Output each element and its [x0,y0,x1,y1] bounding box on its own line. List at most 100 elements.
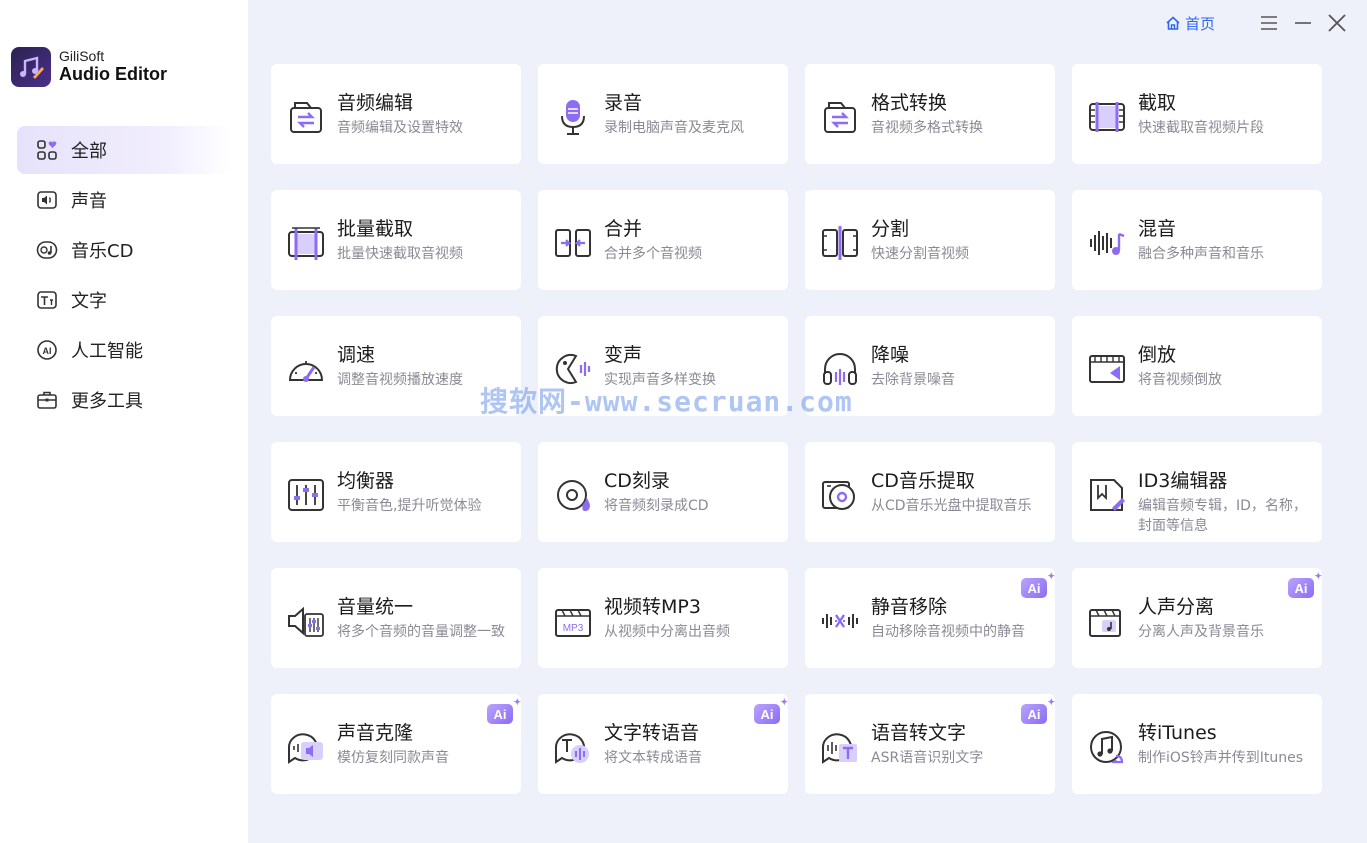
tool-description: 从CD音乐光盘中提取音乐 [871,498,1032,514]
tool-card[interactable]: CD刻录将音频刻录成CD [538,442,788,542]
voice-change-icon [552,348,594,390]
voice-clone-icon [285,726,327,768]
tool-description: 将音频刻录成CD [604,498,709,514]
tool-card[interactable]: 调速 调整音视频播放速度 [271,316,521,416]
ai-badge: Ai [1021,571,1055,598]
tool-card[interactable]: 分割 快速分割音视频 [805,190,1055,290]
tool-card[interactable]: 音量统一将多个音频的音量调整一致 [271,568,521,668]
format-convert-icon [819,96,861,138]
vocal-separate-icon [1086,600,1128,642]
audio-edit-icon [285,96,327,138]
tool-title: ID3编辑器 [1138,470,1228,492]
tool-card[interactable]: 均衡器 平衡音色,提升听觉体验 [271,442,521,542]
tool-card[interactable]: 录音 录制电脑声音及麦克风 [538,64,788,164]
tool-card[interactable]: 降噪 去除背景噪音 [805,316,1055,416]
minimize-button[interactable] [1293,13,1313,33]
ai-badge: Ai [487,697,521,724]
tool-card[interactable]: 文字转语音将文本转成语音 Ai [538,694,788,794]
tool-card[interactable]: 音频编辑 音频编辑及设置特效 [271,64,521,164]
tool-description: 将多个音频的音量调整一致 [337,624,505,640]
app-logo-icon [11,47,51,87]
sidebar-item-label: 更多工具 [71,391,143,412]
mix-icon [1086,222,1128,264]
tool-card[interactable]: 人声分离 分离人声及背景音乐 Ai [1072,568,1322,668]
tool-title: 分割 [871,218,910,240]
tool-card[interactable]: 混音融合多种声音和音乐 [1072,190,1322,290]
tool-title: 倒放 [1138,344,1177,366]
close-button[interactable] [1327,13,1347,33]
tool-title: 静音移除 [871,596,948,618]
tool-description: 分离人声及背景音乐 [1138,624,1264,640]
batch-trim-icon [285,222,327,264]
tool-card[interactable]: 截取 快速截取音视频片段 [1072,64,1322,164]
sidebar-item-ai[interactable]: AI 人工智能 [17,326,231,374]
tool-title: 混音 [1138,218,1177,240]
title-bar: 首页 [1165,10,1347,36]
sidebar-item-text[interactable]: 文字 [17,276,231,324]
tool-card[interactable]: 声音克隆 模仿复刻同款声音 Ai [271,694,521,794]
tool-description: 快速分割音视频 [871,246,969,262]
tool-description: 制作iOS铃声并传到Itunes [1138,750,1304,766]
merge-icon [552,222,594,264]
tool-title: 录音 [604,92,643,114]
app-logo: GiliSoft Audio Editor [11,47,167,87]
tool-title: 批量截取 [337,218,414,240]
tool-title: 转iTunes [1138,722,1217,744]
sidebar-item-all[interactable]: 全部 [17,126,231,174]
tool-card[interactable]: 语音转文字 ASR语音识别文字 Ai [805,694,1055,794]
tool-title: CD刻录 [604,470,670,492]
tool-card[interactable]: 静音移除自动移除音视频中的静音 Ai [805,568,1055,668]
tool-description: 去除背景噪音 [871,372,955,388]
tool-card[interactable]: 格式转换音视频多格式转换 [805,64,1055,164]
tool-title: 音频编辑 [337,92,414,114]
sidebar-item-more-tools[interactable]: 更多工具 [17,376,231,424]
menu-icon [1261,16,1277,30]
svg-text:MP3: MP3 [563,623,584,634]
tool-card[interactable]: 批量截取批量快速截取音视频 [271,190,521,290]
silence-remove-icon [819,600,861,642]
sidebar-item-label: 全部 [71,141,107,162]
speech-to-text-icon [819,726,861,768]
tool-description: 自动移除音视频中的静音 [871,624,1025,640]
tool-card[interactable]: ID3编辑器 编辑音频专辑，ID，名称，封面等信息 [1072,442,1322,542]
tool-title: 音量统一 [337,596,414,618]
menu-button[interactable] [1259,13,1279,33]
text-to-speech-icon [552,726,594,768]
sidebar-nav: 全部 声音 音乐CD 文字 AI 人工智能 更多工具 [17,126,231,426]
ai-badge: Ai [754,697,788,724]
tool-description: 合并多个音视频 [604,246,702,262]
tool-description: 融合多种声音和音乐 [1138,246,1264,262]
tool-card[interactable]: MP3 视频转MP3 从视频中分离出音频 [538,568,788,668]
tool-description: 平衡音色,提升听觉体验 [337,498,482,514]
tool-card[interactable]: 转iTunes 制作iOS铃声并传到Itunes [1072,694,1322,794]
tool-description: 调整音视频播放速度 [337,372,463,388]
tool-card[interactable]: 变声实现声音多样变换 [538,316,788,416]
tool-description: 音视频多格式转换 [871,120,983,136]
tool-title: 合并 [604,218,643,240]
sidebar-item-sound[interactable]: 声音 [17,176,231,224]
tool-description: 实现声音多样变换 [604,372,716,388]
itunes-icon [1086,726,1128,768]
tool-title: 变声 [604,344,643,366]
svg-text:AI: AI [43,346,52,356]
tool-description: 将文本转成语音 [604,750,702,766]
tool-card[interactable]: 倒放 将音视频倒放 [1072,316,1322,416]
tool-card[interactable]: CD音乐提取 从CD音乐光盘中提取音乐 [805,442,1055,542]
microphone-icon [552,96,594,138]
speed-gauge-icon [285,348,327,390]
sidebar-item-music-cd[interactable]: 音乐CD [17,226,231,274]
id3-edit-icon [1086,474,1128,516]
tool-card[interactable]: 合并 合并多个音视频 [538,190,788,290]
minimize-icon [1295,22,1311,24]
grid-heart-icon [35,138,59,162]
tool-title: 文字转语音 [604,722,700,744]
tool-description: 快速截取音视频片段 [1138,120,1264,136]
text-icon [35,288,59,312]
tool-title: 格式转换 [871,92,948,114]
home-link[interactable]: 首页 [1165,13,1215,34]
tool-description: 批量快速截取音视频 [337,246,463,262]
tool-description: 从视频中分离出音频 [604,624,730,640]
music-cd-icon [35,238,59,262]
headphone-denoise-icon [819,348,861,390]
sidebar: GiliSoft Audio Editor 全部 声音 音乐CD 文字 AI 人… [0,0,248,843]
